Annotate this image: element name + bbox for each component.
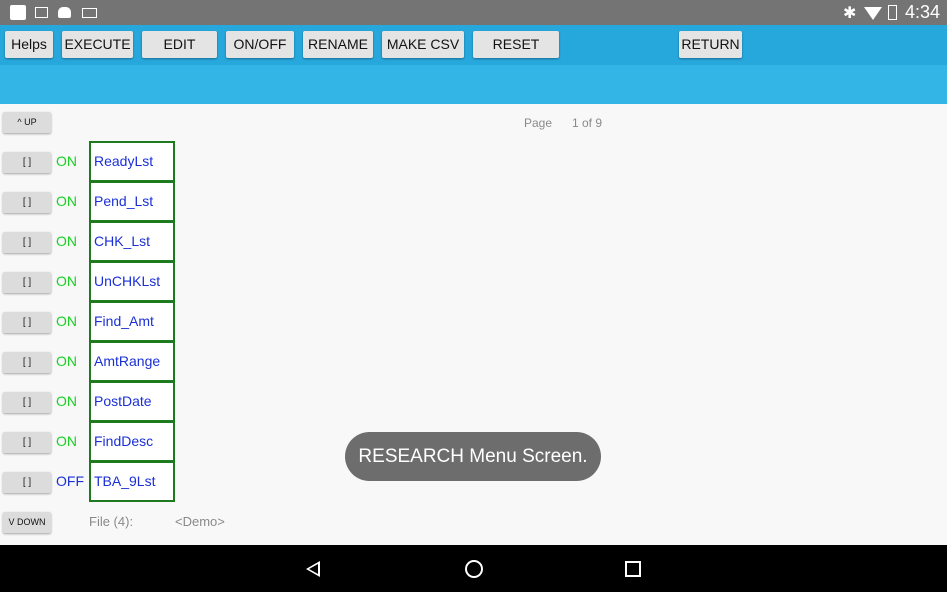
wifi-icon (864, 7, 882, 20)
row-select-button[interactable]: [ ] (3, 232, 51, 253)
helps-button[interactable]: Helps (5, 31, 53, 58)
execute-button[interactable]: EXECUTE (62, 31, 133, 58)
row-name-box[interactable]: Pend_Lst (89, 181, 175, 222)
row-status: ON (56, 233, 77, 249)
row-status: OFF (56, 473, 84, 489)
row-select-button[interactable]: [ ] (3, 312, 51, 333)
rename-button[interactable]: RENAME (303, 31, 373, 58)
row-status: ON (56, 433, 77, 449)
toast-message: RESEARCH Menu Screen. (345, 432, 601, 481)
file-label: File (4): (89, 514, 134, 529)
row-status: ON (56, 193, 77, 209)
reset-button[interactable]: RESET (473, 31, 559, 58)
page-up-button[interactable]: ^ UP (3, 112, 51, 133)
page-down-button[interactable]: V DOWN (3, 512, 51, 533)
row-status: ON (56, 393, 77, 409)
row-name-box[interactable]: Find_Amt (89, 301, 175, 342)
row-name-box[interactable]: FindDesc (89, 421, 175, 462)
row-select-button[interactable]: [ ] (3, 192, 51, 213)
row-select-button[interactable]: [ ] (3, 392, 51, 413)
edit-button[interactable]: EDIT (142, 31, 217, 58)
system-nav-bar (0, 545, 947, 592)
row-name-box[interactable]: TBA_9Lst (89, 461, 175, 502)
row-select-button[interactable]: [ ] (3, 272, 51, 293)
row-select-button[interactable]: [ ] (3, 472, 51, 493)
notification-icon (10, 5, 26, 20)
row-name-box[interactable]: ReadyLst (89, 141, 175, 182)
recent-apps-icon[interactable] (625, 561, 641, 577)
row-status: ON (56, 353, 77, 369)
battery-icon (888, 5, 897, 20)
row-select-button[interactable]: [ ] (3, 152, 51, 173)
status-bar: ✱ 4:34 (0, 0, 947, 25)
bluetooth-icon: ✱ (843, 5, 857, 22)
toolbar: Helps EXECUTE EDIT ON/OFF RENAME MAKE CS… (0, 25, 947, 65)
row-name-box[interactable]: AmtRange (89, 341, 175, 382)
page-label: Page (524, 116, 553, 130)
row-status: ON (56, 273, 77, 289)
row-select-button[interactable]: [ ] (3, 352, 51, 373)
row-status: ON (56, 313, 77, 329)
android-icon (58, 7, 71, 18)
make-csv-button[interactable]: MAKE CSV (382, 31, 464, 58)
back-icon-inner (309, 564, 318, 574)
page-number: 1 of 9 (572, 116, 603, 130)
card-icon (82, 8, 97, 18)
file-value: <Demo> (175, 514, 225, 529)
row-select-button[interactable]: [ ] (3, 432, 51, 453)
row-name-box[interactable]: PostDate (89, 381, 175, 422)
row-status: ON (56, 153, 77, 169)
row-name-box[interactable]: UnCHKLst (89, 261, 175, 302)
on-off-button[interactable]: ON/OFF (226, 31, 294, 58)
clock: 4:34 (904, 2, 940, 22)
return-button[interactable]: RETURN (679, 31, 742, 58)
title-band (0, 65, 947, 104)
image-icon (35, 7, 48, 18)
row-name-box[interactable]: CHK_Lst (89, 221, 175, 262)
home-icon[interactable] (465, 560, 483, 578)
